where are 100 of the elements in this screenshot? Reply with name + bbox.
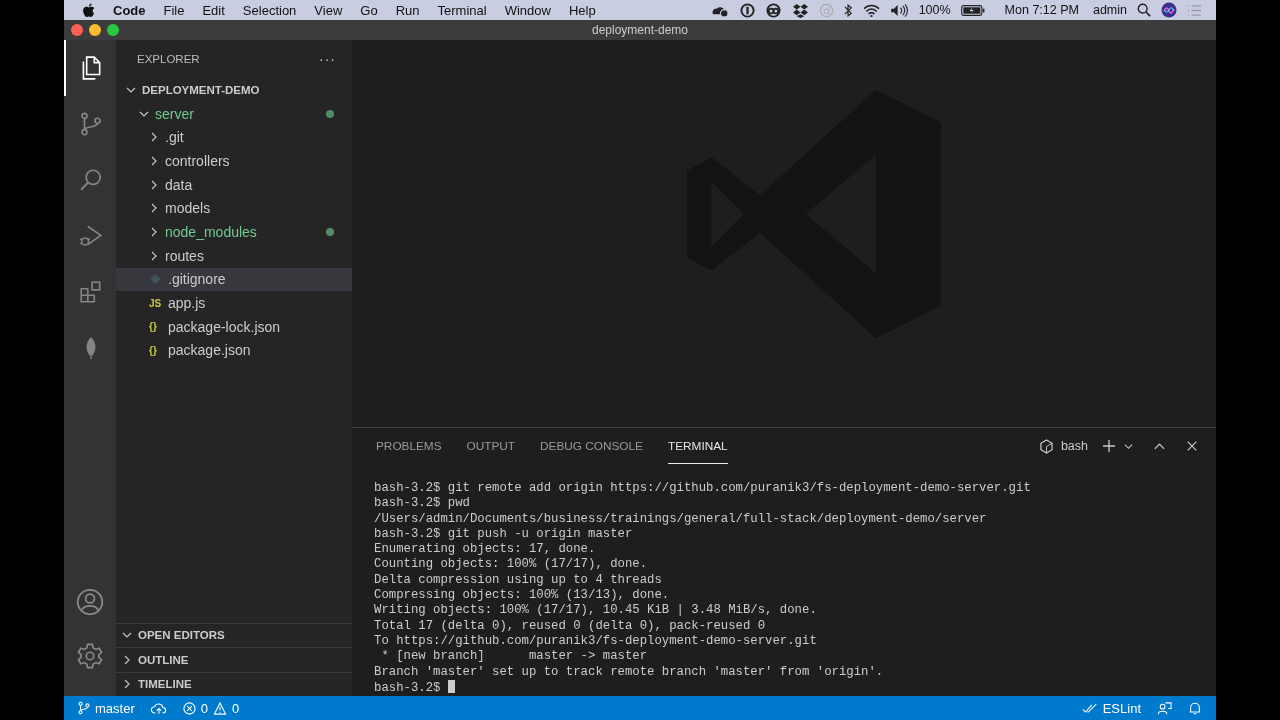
terminal-line: bash-3.2$ git remote add origin https://github.com/puranik3/fs-deployment-demo-server.git [374, 481, 1032, 497]
close-icon[interactable] [1186, 440, 1198, 452]
status-dot [326, 228, 334, 237]
terminal-line: Delta compression using up to 4 threads [374, 572, 663, 589]
folder-row[interactable]: routes [116, 243, 352, 268]
terminal-line: Counting objects: 100% (17/17), done. [374, 557, 649, 573]
error-count: 0 [200, 700, 208, 716]
tree-item-label: .git [165, 129, 184, 146]
file-row[interactable]: .gitignore [116, 267, 352, 292]
section-header[interactable]: OUTLINE [116, 647, 352, 672]
folder-row[interactable]: models [116, 196, 352, 221]
tree-item-label: models [165, 200, 211, 217]
bell-icon[interactable] [1188, 700, 1202, 716]
file-row[interactable]: JS app.js [116, 291, 352, 315]
minimize-window-button[interactable] [89, 24, 101, 36]
menu-item[interactable]: File [163, 2, 185, 18]
close-window-button[interactable] [71, 24, 83, 36]
problems-indicator[interactable]: 0 0 [182, 700, 240, 716]
shell-select[interactable]: bash [1060, 439, 1088, 453]
warning-count: 0 [231, 700, 240, 716]
terminal-line: Enumerating objects: 17, done. [374, 542, 597, 558]
terminal-line: Compressing objects: 100% (13/13), done. [374, 588, 671, 604]
file-row[interactable]: {} package.json [116, 338, 352, 363]
terminal-line: Total 17 (delta 0), reused 0 (delta 0), pack-reused 0 [374, 618, 767, 634]
panel-tab[interactable]: PROBLEMS [376, 428, 442, 464]
terminal-icon [1039, 438, 1053, 454]
menu-item[interactable]: View [314, 2, 343, 18]
debug-icon [78, 223, 104, 249]
boxes-icon[interactable] [791, 2, 809, 18]
section-title: TIMELINE [138, 678, 192, 691]
panel-tab[interactable]: OUTPUT [466, 428, 516, 464]
double-check-icon [1081, 702, 1098, 714]
file-type-icon: {} [149, 344, 162, 356]
settings-icon[interactable] [76, 642, 104, 670]
branch-icon [78, 701, 90, 715]
app-menu[interactable]: Code [113, 2, 146, 18]
menu-item[interactable]: Window [504, 2, 551, 18]
branch-name: master [95, 700, 135, 716]
siri-orb-icon[interactable] [1161, 2, 1177, 18]
panel-tab[interactable]: TERMINAL [668, 428, 728, 464]
branch-indicator[interactable]: master [78, 700, 135, 716]
tree-item-label: app.js [168, 295, 206, 312]
menu-clock[interactable]: Mon 7:12 PM [1004, 3, 1079, 17]
terminal-line: /Users/admin/Documents/business/trainings/general/full-stack/deployment-demo/server [374, 511, 988, 527]
terminal-line: bash-3.2$ git push -u origin master [374, 526, 634, 543]
section-title: OPEN EDITORS [138, 629, 225, 642]
tree-item-label: package.json [168, 342, 251, 359]
window-title: deployment-demo [590, 23, 690, 37]
folder-row[interactable]: .git [116, 125, 352, 150]
source-control-icon [78, 111, 104, 137]
menu-item[interactable]: Go [360, 2, 378, 18]
plus-icon[interactable] [1102, 439, 1116, 453]
linter-name: ESLint [1102, 700, 1141, 716]
terminal-line: * [new branch] master -> master [380, 649, 649, 665]
volume-icon[interactable] [889, 3, 909, 17]
cursor-icon [447, 679, 455, 693]
feedback-icon[interactable] [1157, 700, 1172, 716]
diamond-icon [149, 273, 162, 286]
search-icon[interactable] [1137, 3, 1151, 17]
wifi-icon[interactable] [862, 3, 880, 17]
terminal-line: Branch 'master' set up to track remote branch 'master' from 'origin'. [374, 664, 885, 680]
section-title: OUTLINE [138, 653, 189, 666]
folder-row[interactable]: server [116, 101, 352, 126]
status-dot [326, 109, 334, 118]
tree-item-label: node_modules [165, 223, 257, 240]
zoom-window-button[interactable] [107, 24, 119, 36]
cloud-upload-icon[interactable] [150, 701, 167, 715]
eslint-indicator[interactable]: ESLint [1081, 700, 1141, 716]
folder-row[interactable]: data [116, 172, 352, 197]
tree-item-label: .gitignore [168, 271, 226, 288]
menu-item[interactable]: Terminal [437, 2, 487, 18]
battery-icon[interactable] [960, 4, 985, 16]
more-actions-button[interactable]: ··· [319, 51, 336, 67]
sidebar-title: EXPLORER [137, 53, 200, 65]
terminal-line: Writing objects: 100% (17/17), 10.45 KiB | 3.48 MiB/s, done. [374, 603, 818, 619]
search-icon [78, 167, 104, 193]
menu-item[interactable]: Selection [242, 2, 297, 18]
ring-icon[interactable] [739, 2, 755, 18]
section-header[interactable]: OPEN EDITORS [116, 622, 352, 647]
bluetooth-icon[interactable] [843, 2, 853, 18]
folder-row[interactable]: node_modules [116, 220, 352, 244]
chevron-down-icon[interactable] [1124, 441, 1133, 451]
workspace-folder-row[interactable]: DEPLOYMENT-DEMO [116, 78, 352, 102]
apple-icon[interactable] [82, 2, 95, 18]
menu-item[interactable]: Help [568, 2, 596, 18]
tree-item-label: routes [165, 247, 204, 264]
battery-percent: 100% [918, 3, 951, 17]
terminal-line: bash-3.2$ pwd [374, 496, 471, 512]
tree-item-label: DEPLOYMENT-DEMO [142, 83, 260, 96]
panel-tab[interactable]: DEBUG CONSOLE [540, 428, 643, 464]
folder-row[interactable]: controllers [116, 149, 352, 173]
terminal-prompt: bash-3.2$ [374, 680, 441, 695]
tree-item-label: controllers [165, 152, 230, 169]
menu-item[interactable]: Run [395, 2, 420, 18]
tree-item-label: data [165, 176, 193, 193]
account-icon[interactable] [76, 588, 104, 616]
user-name[interactable]: admin [1092, 3, 1127, 17]
menu-item[interactable]: Edit [202, 2, 225, 18]
error-icon [182, 701, 196, 715]
file-row[interactable]: {} package-lock.json [116, 314, 352, 339]
